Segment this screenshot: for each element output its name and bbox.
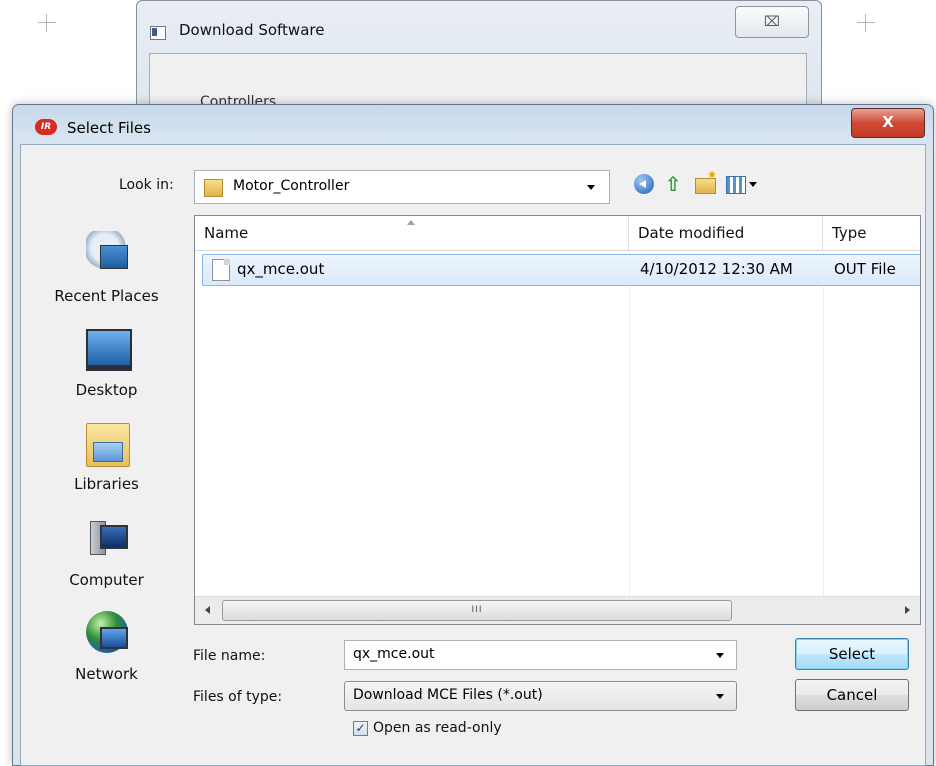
place-computer[interactable]: Computer xyxy=(21,513,192,597)
place-desktop[interactable]: Desktop xyxy=(21,325,192,409)
select-button[interactable]: Select xyxy=(795,638,909,670)
window-icon xyxy=(150,26,166,40)
crosshair-decoration xyxy=(38,14,56,32)
look-in-label: Look in: xyxy=(119,177,174,193)
scroll-right-icon[interactable] xyxy=(905,606,910,614)
look-in-value: Motor_Controller xyxy=(233,178,350,194)
dialog-body: Look in: Motor_Controller ⇧ Recent Place… xyxy=(20,144,926,766)
files-of-type-value: Download MCE Files (*.out) xyxy=(353,687,543,703)
chevron-down-icon xyxy=(749,182,757,187)
dialog-title: Select Files xyxy=(67,119,151,137)
horizontal-scrollbar[interactable]: III xyxy=(195,596,920,624)
place-label: Desktop xyxy=(75,381,138,399)
close-button[interactable]: ⌧ xyxy=(735,6,809,38)
close-button[interactable]: X xyxy=(851,108,925,138)
view-menu-icon[interactable] xyxy=(724,172,760,196)
read-only-checkbox[interactable]: ✓ xyxy=(353,721,368,736)
app-logo-icon: IR xyxy=(35,119,57,135)
column-header-date-modified[interactable]: Date modified xyxy=(629,216,823,250)
computer-icon xyxy=(86,517,128,559)
column-header-label: Type xyxy=(832,224,867,242)
file-type-cell: OUT File xyxy=(834,260,896,278)
chevron-down-icon xyxy=(587,185,595,190)
scroll-thumb[interactable]: III xyxy=(222,600,732,621)
libraries-icon xyxy=(86,423,130,467)
back-icon[interactable] xyxy=(632,172,656,196)
place-label: Libraries xyxy=(74,475,139,493)
look-in-dropdown[interactable]: Motor_Controller xyxy=(194,170,610,204)
column-divider xyxy=(629,250,630,596)
chevron-down-icon xyxy=(716,694,724,699)
folder-icon xyxy=(204,179,223,197)
new-folder-icon[interactable] xyxy=(693,168,717,196)
select-files-dialog: IR Select Files X Look in: Motor_Control… xyxy=(12,104,934,766)
file-name-label: File name: xyxy=(193,648,266,664)
place-label: Computer xyxy=(69,571,144,589)
column-divider xyxy=(823,250,824,596)
file-name-value: qx_mce.out xyxy=(353,646,435,662)
place-recent-places[interactable]: Recent Places xyxy=(21,227,192,311)
files-of-type-select[interactable]: Download MCE Files (*.out) xyxy=(344,681,737,711)
window-title: Download Software xyxy=(179,21,325,39)
network-icon xyxy=(86,611,128,653)
sort-ascending-icon xyxy=(407,220,415,225)
up-folder-icon[interactable]: ⇧ xyxy=(661,172,685,196)
column-header-type[interactable]: Type xyxy=(823,216,920,250)
file-name-cell: qx_mce.out xyxy=(237,260,325,278)
file-date-cell: 4/10/2012 12:30 AM xyxy=(640,260,793,278)
column-header-row: Name Date modified Type xyxy=(195,216,920,251)
files-of-type-label: Files of type: xyxy=(193,689,283,705)
recent-places-icon xyxy=(86,231,128,273)
place-label: Recent Places xyxy=(54,287,159,305)
chevron-down-icon[interactable] xyxy=(716,653,724,658)
file-icon xyxy=(212,259,230,281)
column-header-label: Name xyxy=(204,224,249,242)
crosshair-decoration xyxy=(857,14,875,32)
place-label: Network xyxy=(75,665,138,683)
place-libraries[interactable]: Libraries xyxy=(21,417,192,501)
read-only-label[interactable]: Open as read-only xyxy=(373,720,502,736)
file-row[interactable]: qx_mce.out 4/10/2012 12:30 AM OUT File xyxy=(202,254,920,286)
column-header-label: Date modified xyxy=(638,224,745,242)
place-network[interactable]: Network xyxy=(21,609,192,693)
desktop-icon xyxy=(86,329,132,371)
file-name-input[interactable]: qx_mce.out xyxy=(344,640,737,670)
scroll-left-icon[interactable] xyxy=(205,606,210,614)
cancel-button[interactable]: Cancel xyxy=(795,679,909,711)
column-header-name[interactable]: Name xyxy=(195,216,629,250)
file-list[interactable]: Name Date modified Type qx_mce.out 4/10/… xyxy=(194,215,921,625)
view-grid-icon xyxy=(726,176,746,194)
